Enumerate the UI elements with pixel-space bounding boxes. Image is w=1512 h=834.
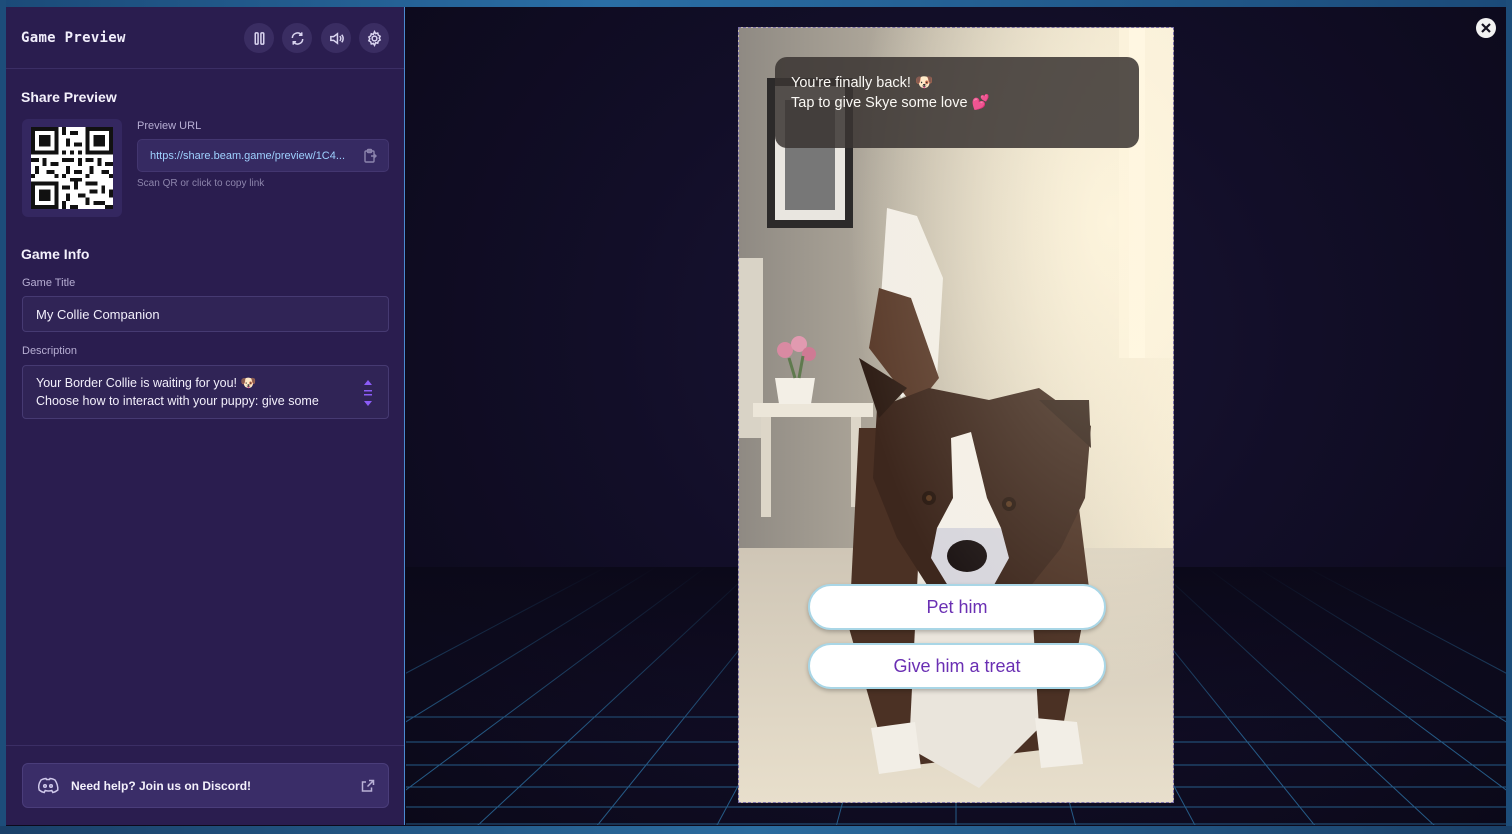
restart-button[interactable] — [282, 23, 312, 53]
external-link-icon — [361, 779, 375, 793]
preview-url-label: Preview URL — [137, 120, 202, 132]
game-viewport[interactable]: You're finally back! 🐶 Tap to give Skye … — [738, 27, 1174, 803]
dialogue-line-1: You're finally back! 🐶 — [791, 75, 933, 91]
preview-url-field[interactable]: https://share.beam.game/preview/1C4... — [137, 139, 389, 172]
copy-icon[interactable] — [362, 148, 378, 164]
close-button[interactable] — [1476, 18, 1496, 38]
description-label: Description — [22, 345, 78, 357]
textarea-scroll-arrows[interactable] — [362, 377, 374, 409]
settings-button[interactable] — [359, 23, 389, 53]
discord-button[interactable]: Need help? Join us on Discord! — [22, 763, 389, 808]
share-preview-heading: Share Preview — [21, 89, 117, 105]
game-title-value: My Collie Companion — [36, 307, 160, 322]
pause-button[interactable] — [244, 23, 274, 53]
clipboard-icon — [364, 148, 377, 163]
gear-icon — [367, 29, 381, 47]
window-bottom-edge — [0, 826, 1512, 834]
sound-button[interactable] — [321, 23, 351, 53]
game-title-label: Game Title — [22, 277, 76, 289]
preview-url-text: https://share.beam.game/preview/1C4... — [150, 150, 346, 162]
sound-icon — [329, 31, 344, 45]
sidebar-header: Game Preview — [6, 7, 404, 69]
window-top-edge — [0, 0, 1512, 7]
help-footer: Need help? Join us on Discord! — [6, 745, 404, 825]
scroll-arrows-icon — [364, 380, 372, 406]
choice-treat-button[interactable]: Give him a treat — [808, 643, 1106, 689]
pause-icon — [253, 31, 265, 45]
copy-hint: Scan QR or click to copy link — [137, 178, 265, 189]
dialogue-bubble: You're finally back! 🐶 Tap to give Skye … — [775, 57, 1139, 148]
qr-code-pattern — [31, 127, 113, 209]
restart-icon — [291, 31, 303, 45]
discord-icon — [36, 776, 60, 796]
close-icon — [1481, 23, 1491, 33]
description-line-1: Your Border Collie is waiting for you! 🐶 — [36, 376, 257, 390]
sidebar: Game Preview Share Preview Preview URL h… — [6, 7, 405, 825]
description-textarea[interactable]: Your Border Collie is waiting for you! 🐶… — [22, 365, 389, 419]
dialogue-line-2: Tap to give Skye some love 💕 — [791, 95, 990, 111]
discord-label: Need help? Join us on Discord! — [71, 779, 252, 793]
game-title-input[interactable]: My Collie Companion — [22, 296, 389, 332]
window-right-edge — [1506, 0, 1512, 834]
game-info-heading: Game Info — [21, 246, 90, 262]
qr-code[interactable] — [22, 119, 122, 217]
description-line-2: Choose how to interact with your puppy: … — [36, 394, 319, 408]
choice-pet-button[interactable]: Pet him — [808, 584, 1106, 630]
qr-code-image — [31, 127, 113, 209]
sidebar-title: Game Preview — [21, 30, 126, 46]
preview-stage: You're finally back! 🐶 Tap to give Skye … — [406, 7, 1506, 825]
